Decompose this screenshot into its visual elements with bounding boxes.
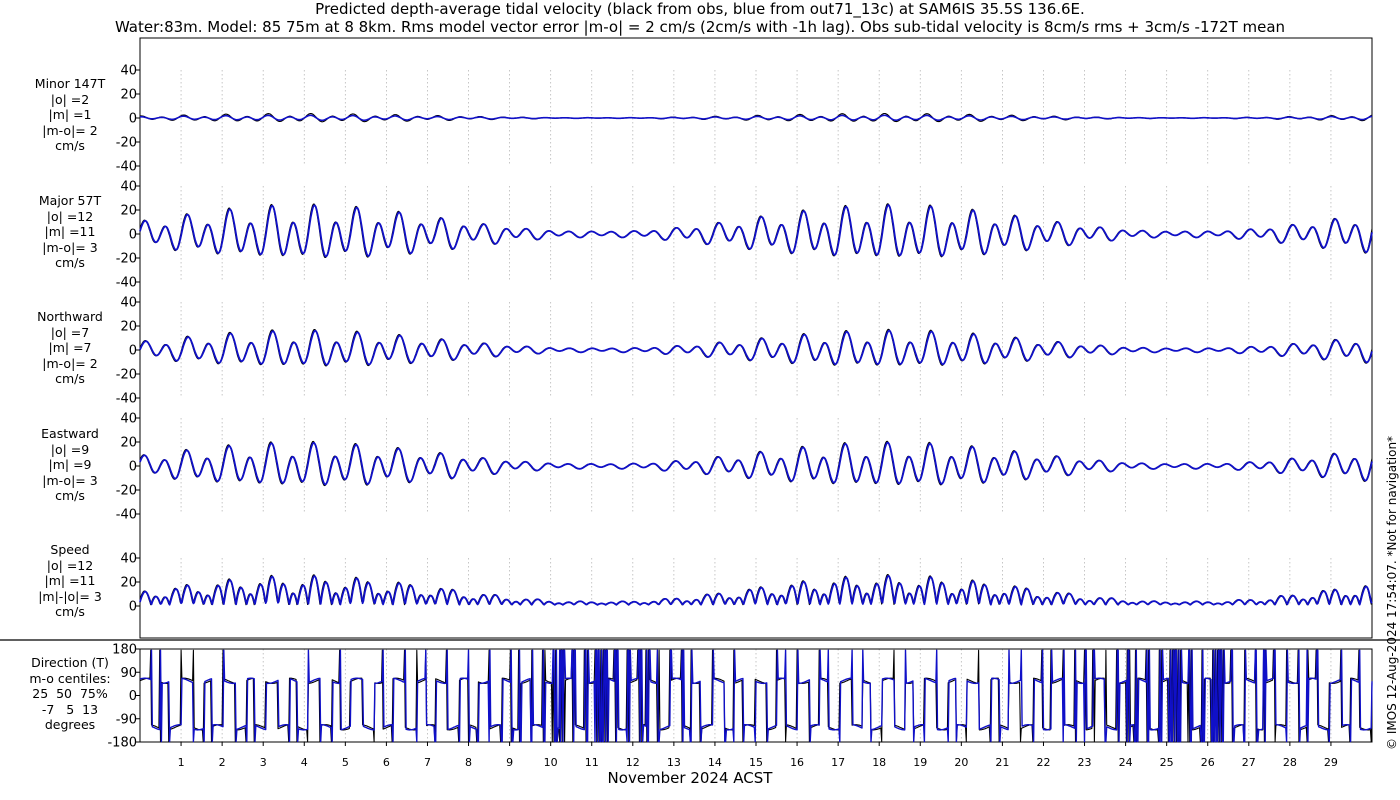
x-tick-label: 6 <box>383 756 390 769</box>
major-model-line <box>139 204 1373 258</box>
x-tick-label: 19 <box>913 756 927 769</box>
panel-label-direction: Direction (T) m-o centiles: 25 50 75% -7… <box>29 655 111 732</box>
x-tick-label: 3 <box>260 756 267 769</box>
minor-model-line <box>140 114 1373 122</box>
y-tick-label: -40 <box>116 392 137 407</box>
x-tick-label: 26 <box>1201 756 1215 769</box>
y-tick-label: -40 <box>116 508 137 523</box>
x-tick-label: 12 <box>626 756 640 769</box>
x-tick-label: 17 <box>831 756 845 769</box>
panel-label-minor: Minor 147T |o| =2 |m| =1 |m-o|= 2 cm/s <box>34 76 106 153</box>
x-tick-label: 7 <box>424 756 431 769</box>
x-tick-label: 20 <box>954 756 968 769</box>
panel-label-major: Major 57T |o| =12 |m| =11 |m-o|= 3 cm/s <box>38 193 102 270</box>
panel-label-speed: Speed |o| =12 |m| =11 |m|-|o|= 3 cm/s <box>38 542 102 619</box>
x-axis-label: November 2024 ACST <box>607 769 773 787</box>
x-tick-label: 24 <box>1119 756 1133 769</box>
credit-text: © IMOS 12-Aug-2024 17:54:07. *Not for na… <box>1385 435 1399 750</box>
x-tick-label: 1 <box>178 756 185 769</box>
y-tick-label: -40 <box>116 276 137 291</box>
x-tick-label: 10 <box>544 756 558 769</box>
x-tick-label: 29 <box>1324 756 1338 769</box>
x-tick-label: 11 <box>585 756 599 769</box>
x-tick-label: 18 <box>872 756 886 769</box>
panel-label-northward: Northward |o| =7 |m| =7 |m-o|= 2 cm/s <box>37 309 103 386</box>
x-tick-label: 23 <box>1078 756 1092 769</box>
x-tick-label: 9 <box>506 756 513 769</box>
x-tick-label: 16 <box>790 756 804 769</box>
x-tick-label: 25 <box>1160 756 1174 769</box>
x-tick-label: 22 <box>1036 756 1050 769</box>
x-tick-label: 8 <box>465 756 472 769</box>
x-tick-label: 5 <box>342 756 349 769</box>
x-tick-label: 21 <box>995 756 1009 769</box>
y-tick-label: -180 <box>107 736 137 751</box>
x-tick-label: 2 <box>219 756 226 769</box>
northward-model-line <box>139 329 1373 366</box>
y-tick-label: -40 <box>116 160 137 175</box>
panel-label-eastward: Eastward |o| =9 |m| =9 |m-o|= 3 cm/s <box>41 426 99 503</box>
x-tick-label: 27 <box>1242 756 1256 769</box>
x-tick-label: 14 <box>708 756 722 769</box>
x-tick-label: 13 <box>667 756 681 769</box>
x-tick-label: 28 <box>1283 756 1297 769</box>
tidal-velocity-plot: 40200-20-4040200-20-4040200-20-4040200-2… <box>0 37 1400 769</box>
y-tick-label: 40 <box>120 412 137 427</box>
x-tick-label: 15 <box>749 756 763 769</box>
x-tick-label: 4 <box>301 756 308 769</box>
